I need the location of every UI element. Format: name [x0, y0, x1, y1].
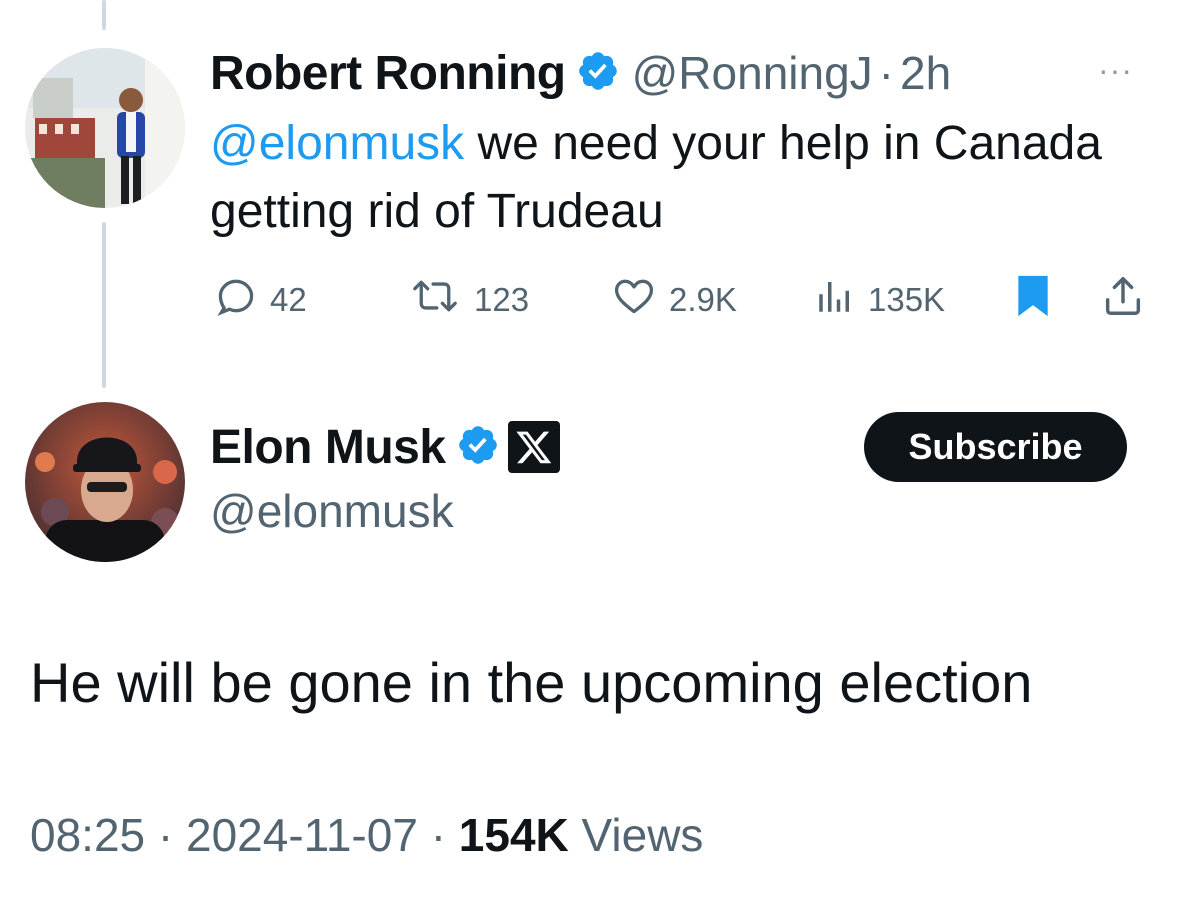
separator-dot: · [157, 809, 174, 861]
repost-button[interactable]: 123 [408, 272, 529, 328]
views-count: 154K [458, 809, 569, 861]
separator-dot: · [878, 47, 894, 99]
like-icon [611, 274, 669, 326]
views-icon [814, 274, 868, 326]
reply-tweet-header: Robert Ronning @RonningJ · 2h [210, 38, 951, 108]
author-handle[interactable]: @elonmusk [210, 484, 454, 538]
avatar-robert-ronning[interactable] [25, 48, 185, 208]
tweet-actions-bar: 42 123 2.9K 135K [0, 272, 1179, 328]
thread-line-top [102, 0, 106, 30]
share-icon [1100, 273, 1158, 327]
avatar-elon-musk[interactable] [25, 402, 185, 562]
like-count: 2.9K [669, 281, 737, 318]
tweet-date[interactable]: 2024-11-07 [186, 809, 418, 861]
reply-count: 42 [270, 281, 307, 318]
bookmark-icon [1013, 274, 1065, 326]
author-handle[interactable]: @RonningJ [632, 46, 873, 100]
tweet-time[interactable]: 08:25 [30, 809, 145, 861]
reply-icon [214, 274, 270, 326]
tweet-time[interactable]: 2h [900, 46, 951, 100]
views-label: Views [568, 809, 704, 861]
author-name[interactable]: Elon Musk [210, 420, 446, 475]
views-button[interactable]: 135K [814, 272, 945, 328]
author-name[interactable]: Robert Ronning [210, 46, 566, 101]
subscribe-button[interactable]: Subscribe [864, 412, 1127, 482]
main-tweet-text: He will be gone in the upcoming election [30, 651, 1033, 714]
main-tweet-header: Elon Musk [210, 412, 560, 482]
like-button[interactable]: 2.9K [611, 272, 737, 328]
bookmark-button[interactable] [1013, 272, 1065, 328]
separator-dot: · [430, 809, 447, 861]
repost-icon [408, 274, 474, 326]
verified-badge-icon [576, 49, 620, 98]
views-count: 135K [868, 281, 946, 318]
x-logo-icon [507, 421, 560, 473]
mention-link[interactable]: @elonmusk [210, 117, 464, 170]
reply-tweet-text: @elonmusk we need your help in Canada ge… [210, 110, 1110, 246]
reply-button[interactable]: 42 [214, 272, 307, 328]
tweet-metadata: 08:25 · 2024-11-07 · 154K Views [30, 808, 703, 862]
share-button[interactable] [1100, 272, 1158, 328]
repost-count: 123 [474, 281, 530, 318]
verified-badge-icon [456, 423, 500, 472]
more-options-icon[interactable]: ··· [1098, 52, 1133, 89]
